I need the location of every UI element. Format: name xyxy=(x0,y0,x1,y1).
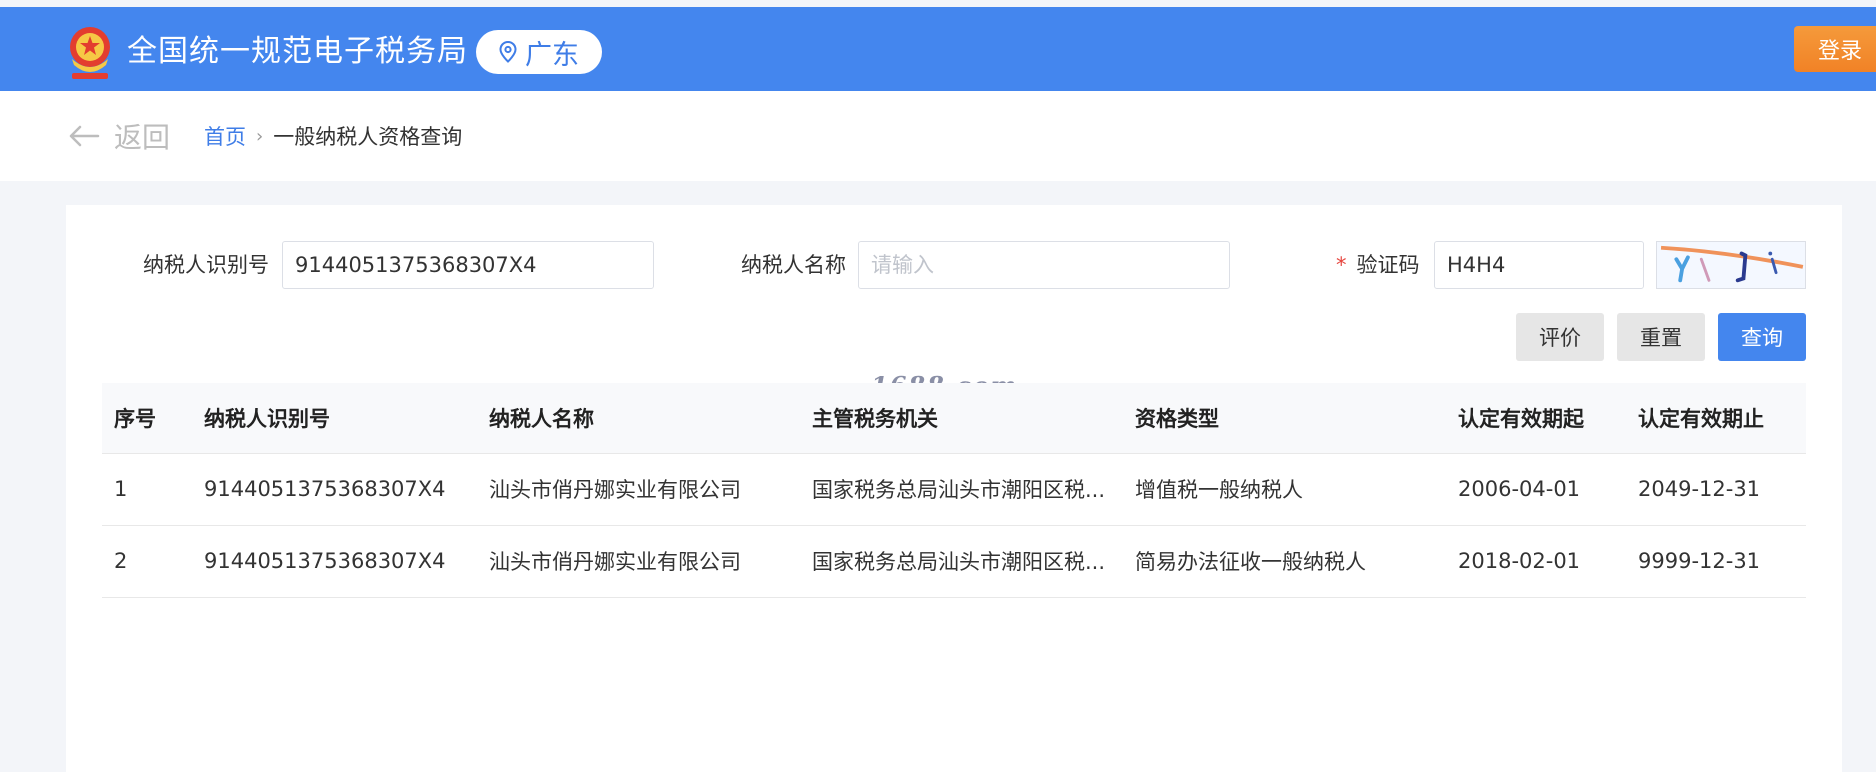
taxpayer-name-input[interactable] xyxy=(858,241,1230,289)
table-cell: 国家税务总局汕头市潮阳区税... xyxy=(800,525,1123,598)
table-header-row: 序号 纳税人识别号 纳税人名称 主管税务机关 资格类型 认定有效期起 认定有效期… xyxy=(102,383,1806,454)
column-header: 认定有效期止 xyxy=(1626,383,1806,454)
query-card: 纳税人识别号 纳税人名称 *验证码 评价 重置 查询 1688.com 序号 纳… xyxy=(66,205,1842,772)
results-table: 序号 纳税人识别号 纳税人名称 主管税务机关 资格类型 认定有效期起 认定有效期… xyxy=(102,383,1806,598)
column-header: 序号 xyxy=(102,383,192,454)
taxpayer-name-label: 纳税人名称 xyxy=(741,253,846,277)
table-cell: 简易办法征收一般纳税人 xyxy=(1123,525,1446,598)
captcha-input[interactable] xyxy=(1434,241,1644,289)
table-cell: 1 xyxy=(102,453,192,526)
breadcrumb: 首页 › 一般纳税人资格查询 xyxy=(204,123,462,149)
chevron-right-icon: › xyxy=(256,125,264,147)
table-cell: 汕头市俏丹娜实业有限公司 xyxy=(477,453,800,526)
breadcrumb-home-link[interactable]: 首页 xyxy=(204,121,246,151)
arrow-left-icon xyxy=(69,125,100,147)
region-label: 广东 xyxy=(525,39,579,71)
login-button[interactable]: 登录 xyxy=(1794,26,1876,72)
region-selector[interactable]: 广东 xyxy=(476,30,602,74)
table-cell: 2006-04-01 xyxy=(1446,453,1626,526)
table-cell: 国家税务总局汕头市潮阳区税... xyxy=(800,453,1123,526)
location-pin-icon xyxy=(499,41,517,63)
column-header: 纳税人识别号 xyxy=(192,383,477,454)
column-header: 主管税务机关 xyxy=(800,383,1123,454)
table-row: 2 9144051375368307X4 汕头市俏丹娜实业有限公司 国家税务总局… xyxy=(102,525,1806,598)
top-header: 全国统一规范电子税务局 广东 登录 xyxy=(0,7,1876,91)
back-label: 返回 xyxy=(114,121,171,154)
table-cell: 2018-02-01 xyxy=(1446,525,1626,598)
captcha-label-group: * 验证码 xyxy=(1336,250,1420,280)
column-header: 纳税人名称 xyxy=(477,383,800,454)
breadcrumb-bar: 返回 首页 › 一般纳税人资格查询 xyxy=(0,91,1876,181)
taxpayer-id-label: 纳税人识别号 xyxy=(143,253,269,277)
back-link[interactable]: 返回 xyxy=(68,118,170,154)
captcha-image[interactable] xyxy=(1656,241,1806,289)
search-button[interactable]: 查询 xyxy=(1718,313,1806,361)
table-cell: 9144051375368307X4 xyxy=(192,525,477,598)
column-header: 认定有效期起 xyxy=(1446,383,1626,454)
table-cell: 2049-12-31 xyxy=(1626,453,1806,526)
table-cell: 9999-12-31 xyxy=(1626,525,1806,598)
breadcrumb-current: 一般纳税人资格查询 xyxy=(273,125,463,149)
table-cell: 9144051375368307X4 xyxy=(192,453,477,526)
captcha-label: 验证码 xyxy=(1356,253,1420,277)
evaluate-button[interactable]: 评价 xyxy=(1516,313,1604,361)
table-row: 1 9144051375368307X4 汕头市俏丹娜实业有限公司 国家税务总局… xyxy=(102,453,1806,526)
table-cell: 汕头市俏丹娜实业有限公司 xyxy=(477,525,800,598)
reset-button[interactable]: 重置 xyxy=(1617,313,1705,361)
table-cell: 2 xyxy=(102,525,192,598)
national-emblem-icon xyxy=(64,19,116,83)
required-mark: * xyxy=(1336,253,1347,277)
table-cell: 增值税一般纳税人 xyxy=(1123,453,1446,526)
taxpayer-id-input[interactable] xyxy=(282,241,654,289)
site-title: 全国统一规范电子税务局 xyxy=(127,34,468,69)
column-header: 资格类型 xyxy=(1123,383,1446,454)
